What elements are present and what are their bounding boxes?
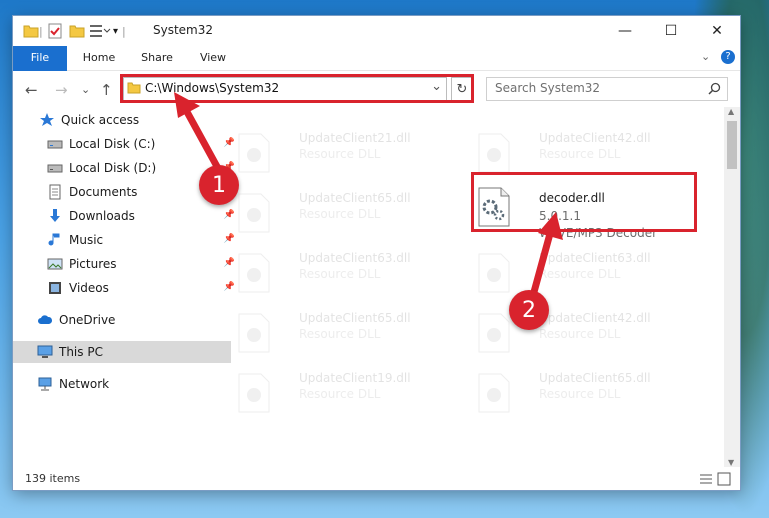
annotation-arrows	[174, 92, 563, 296]
step-2-badge: 2	[509, 290, 549, 330]
step-1-badge: 1	[199, 165, 239, 205]
